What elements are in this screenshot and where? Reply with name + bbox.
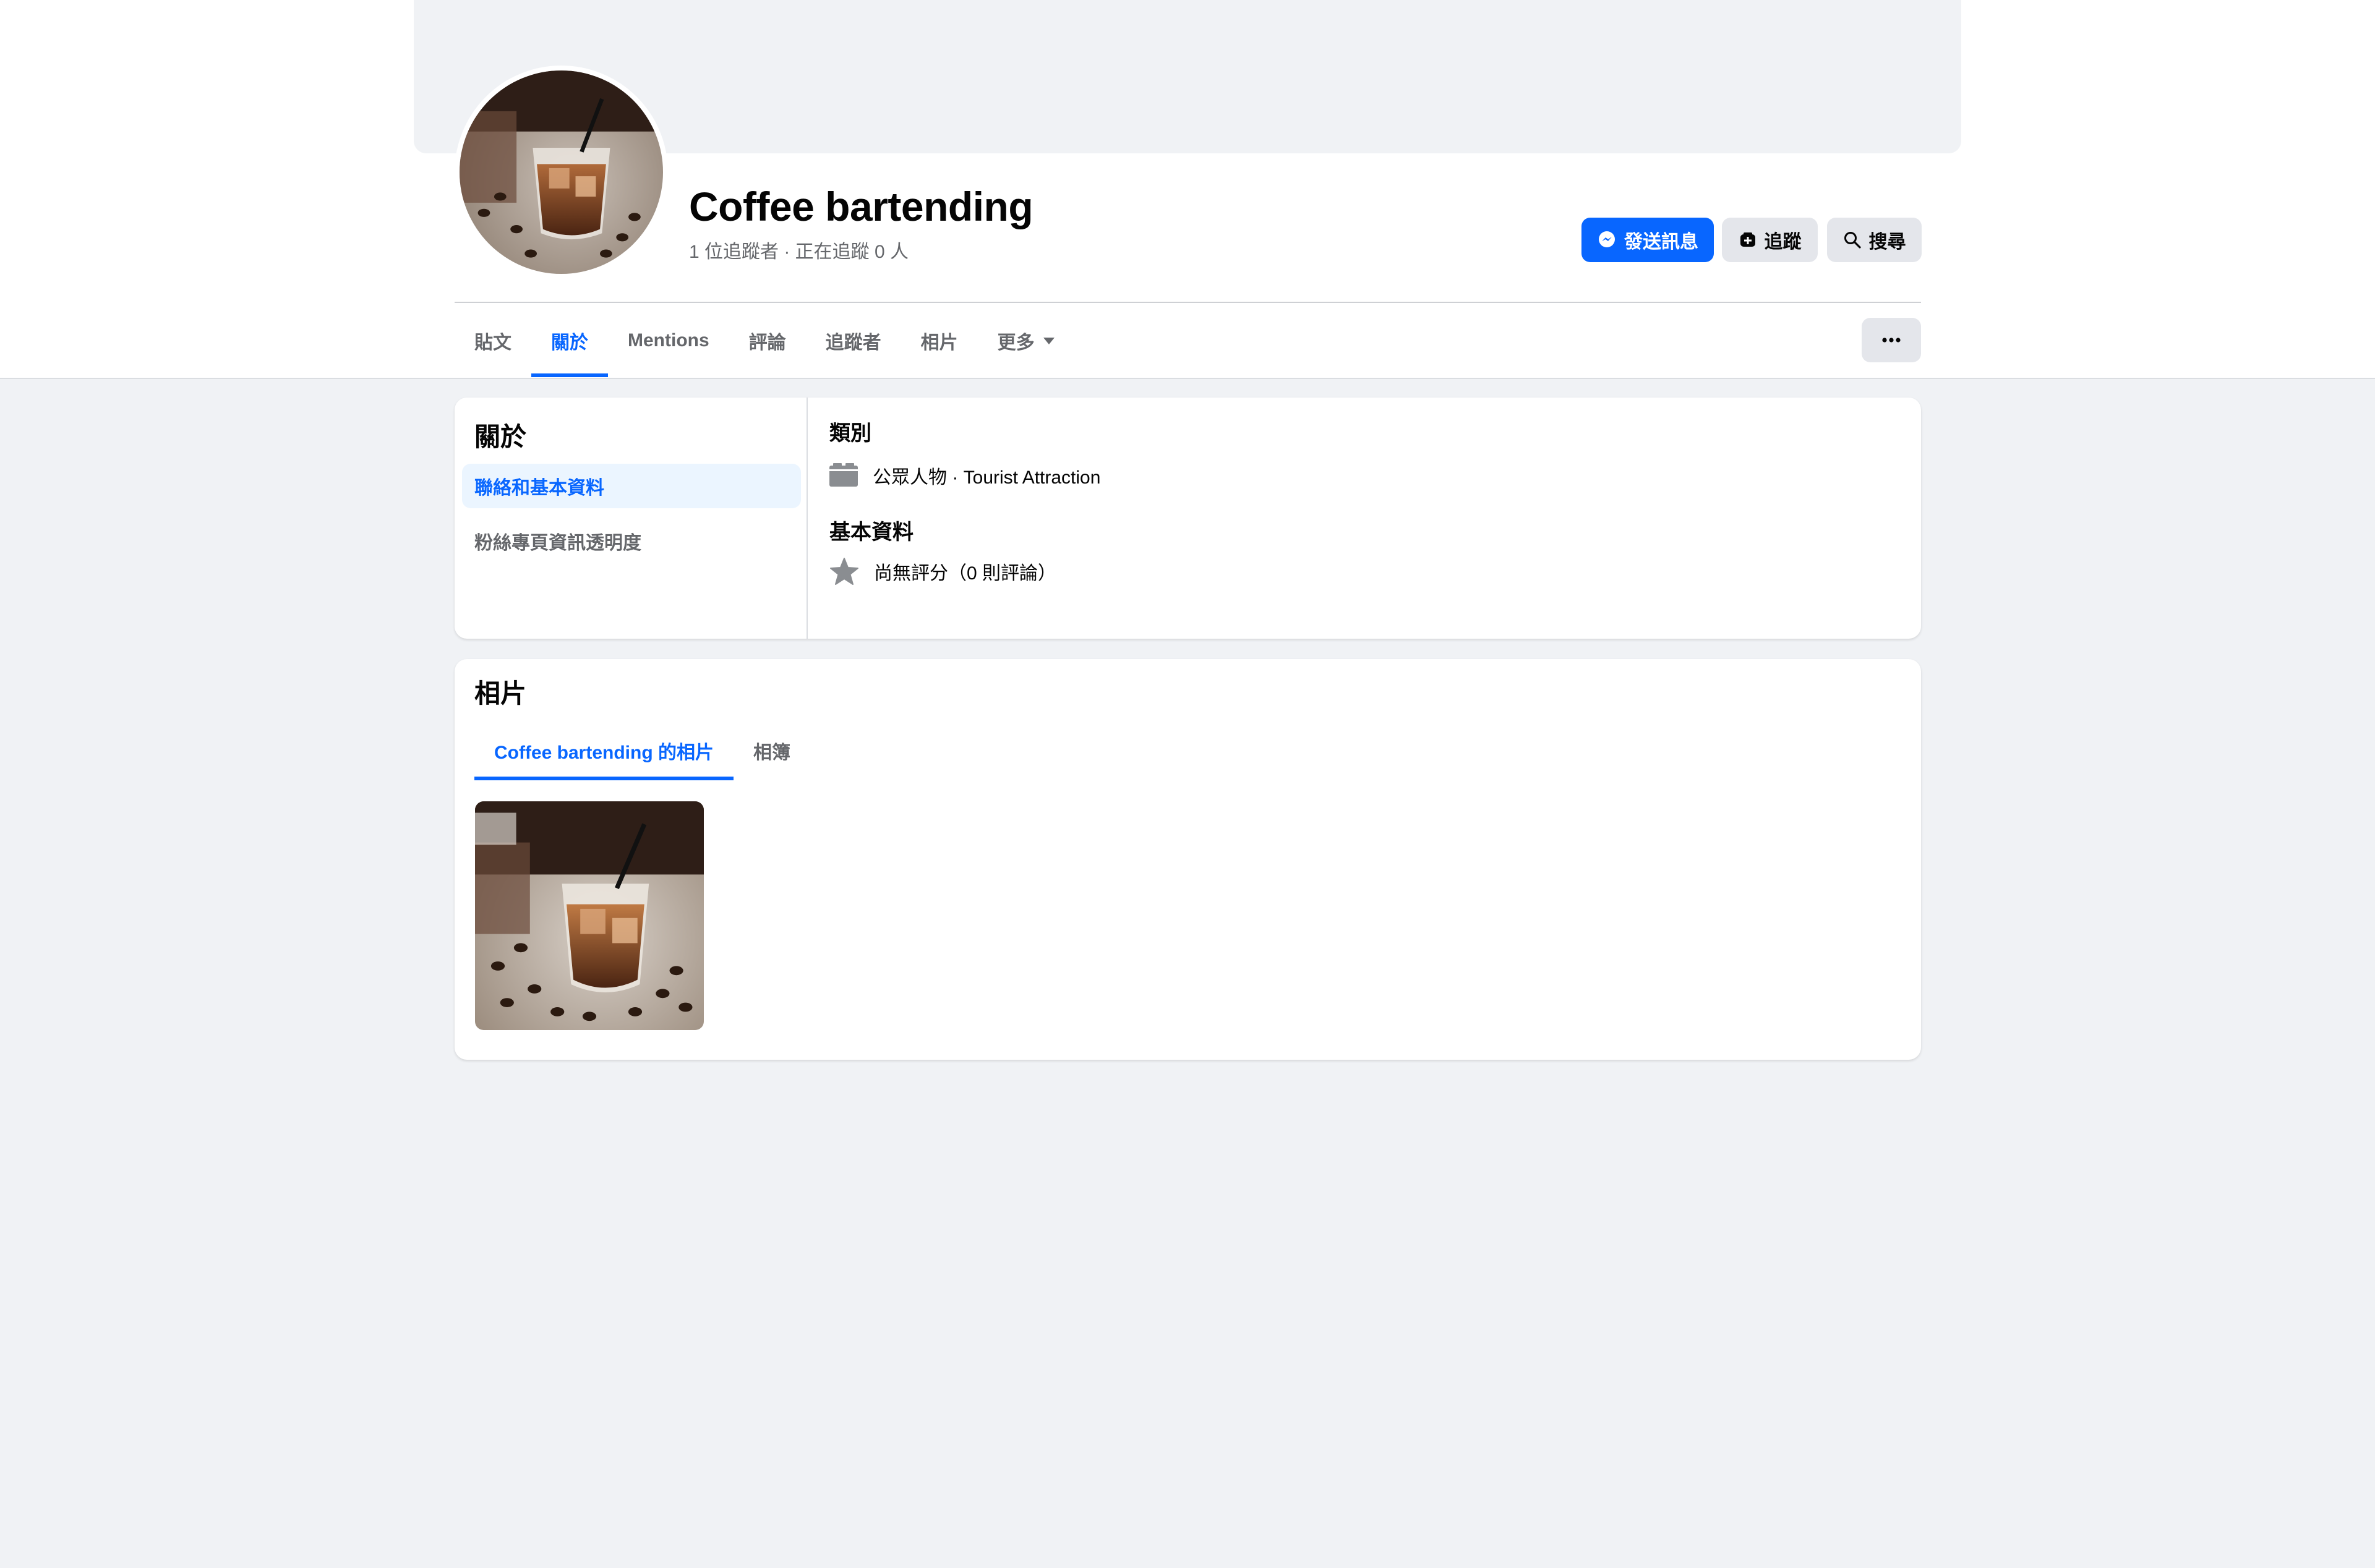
iced-coffee-image (475, 801, 704, 1030)
rating-row: 尚無評分（0 則評論） (829, 557, 1056, 586)
tab-reviews[interactable]: 評論 (729, 304, 806, 377)
tab-albums[interactable]: 相簿 (734, 721, 810, 780)
about-title: 關於 (474, 422, 527, 451)
tab-posts[interactable]: 貼文 (455, 304, 531, 377)
profile-picture[interactable] (455, 66, 668, 279)
follow-button[interactable]: 追蹤 (1722, 218, 1818, 262)
more-dots-icon (1882, 338, 1901, 343)
photos-tabs: Coffee bartending 的相片 相簿 (474, 721, 810, 780)
about-sidebar: 關於 聯絡和基本資料 粉絲專頁資訊透明度 (455, 398, 808, 639)
follow-label: 追蹤 (1764, 232, 1802, 252)
tab-label: 貼文 (474, 333, 511, 353)
star-icon (830, 558, 858, 585)
tab-label: 關於 (551, 333, 588, 353)
profile-tabs: 貼文 關於 Mentions 評論 追蹤者 相片 更多 (455, 304, 1074, 377)
category-heading: 類別 (829, 422, 871, 445)
tab-label: 評論 (748, 333, 786, 353)
tab-label: Mentions (628, 330, 709, 351)
about-nav-contact-basic-info[interactable]: 聯絡和基本資料 (462, 464, 801, 508)
category-row: 公眾人物 · Tourist Attraction (829, 462, 1100, 489)
follower-stats[interactable]: 1 位追蹤者 · 正在追蹤 0 人 (689, 236, 909, 263)
rating-value: 尚無評分（0 則評論） (874, 563, 1057, 584)
messenger-icon (1599, 231, 1615, 247)
header-divider (455, 302, 1921, 303)
about-nav-label: 粉絲專頁資訊透明度 (474, 533, 641, 553)
photos-title: 相片 (474, 679, 527, 708)
send-message-button[interactable]: 發送訊息 (1581, 218, 1714, 262)
photos-tab-label: Coffee bartending 的相片 (494, 743, 714, 763)
caret-down-icon (1043, 337, 1055, 344)
page-name: Coffee bartending (689, 184, 1033, 229)
tab-about[interactable]: 關於 (531, 304, 608, 377)
tab-mentions[interactable]: Mentions (608, 304, 729, 377)
category-value: 公眾人物 · Tourist Attraction (873, 467, 1101, 488)
tab-photos[interactable]: 相片 (901, 304, 978, 377)
send-message-label: 發送訊息 (1624, 232, 1698, 252)
tab-page-photos[interactable]: Coffee bartending 的相片 (474, 721, 734, 780)
basic-info-heading: 基本資料 (829, 521, 914, 544)
about-nav-label: 聯絡和基本資料 (474, 478, 604, 498)
photo-thumbnail[interactable] (475, 801, 704, 1030)
about-nav-page-transparency[interactable]: 粉絲專頁資訊透明度 (462, 519, 801, 563)
tab-label: 相片 (920, 333, 958, 353)
search-label: 搜尋 (1868, 232, 1906, 252)
photos-tab-label: 相簿 (753, 743, 791, 763)
more-options-button[interactable] (1862, 318, 1921, 362)
category-icon (829, 463, 858, 487)
search-icon (1844, 232, 1861, 249)
tab-followers[interactable]: 追蹤者 (806, 304, 901, 377)
search-page-button[interactable]: 搜尋 (1827, 218, 1922, 262)
follow-icon (1740, 232, 1755, 247)
tab-label: 更多 (997, 333, 1035, 353)
iced-coffee-image (460, 70, 663, 274)
tab-more[interactable]: 更多 (978, 304, 1074, 377)
tab-label: 追蹤者 (825, 333, 881, 353)
photos-card: 相片 Coffee bartending 的相片 相簿 (455, 659, 1921, 1060)
about-card: 關於 聯絡和基本資料 粉絲專頁資訊透明度 類別 公眾人物 · Tourist A… (455, 398, 1921, 639)
